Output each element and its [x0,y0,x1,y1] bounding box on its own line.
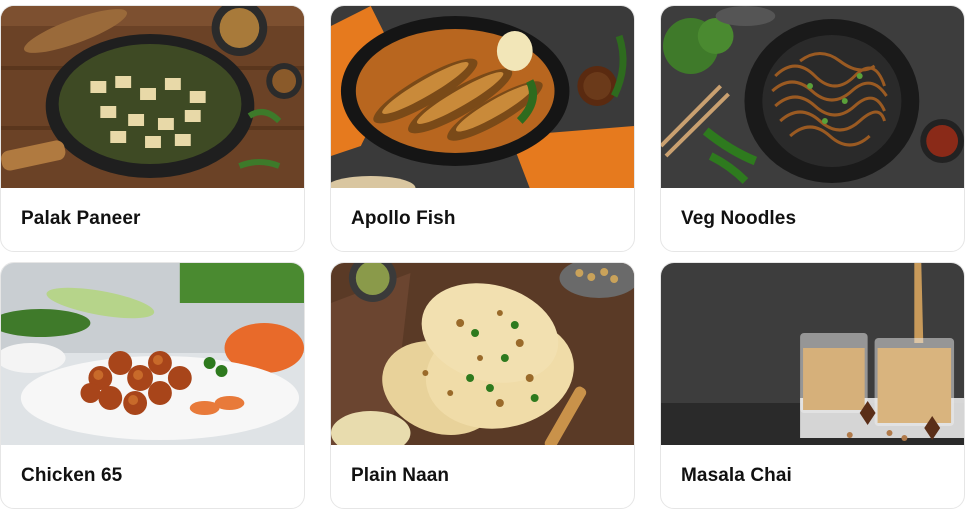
dish-name: Veg Noodles [681,208,797,229]
veg-noodles-photo [661,6,964,188]
dish-grid: Palak Paneer Apollo Fish Veg Noodles Chi… [0,0,976,512]
dish-card-palak-paneer[interactable]: Palak Paneer [0,5,305,252]
dish-name: Apollo Fish [351,208,456,229]
dish-name: Plain Naan [351,465,450,486]
dish-card-masala-chai[interactable]: Masala Chai [660,262,965,509]
palak-paneer-photo [1,6,304,188]
dish-card-plain-naan[interactable]: Plain Naan [330,262,635,509]
masala-chai-photo [661,263,964,445]
apollo-fish-photo [331,6,634,188]
dish-name: Masala Chai [681,465,792,486]
plain-naan-photo [331,263,634,445]
dish-card-chicken-65[interactable]: Chicken 65 [0,262,305,509]
dish-name: Chicken 65 [21,465,123,486]
dish-name: Palak Paneer [21,208,141,229]
dish-card-veg-noodles[interactable]: Veg Noodles [660,5,965,252]
dish-card-apollo-fish[interactable]: Apollo Fish [330,5,635,252]
chicken-65-photo [1,263,304,445]
